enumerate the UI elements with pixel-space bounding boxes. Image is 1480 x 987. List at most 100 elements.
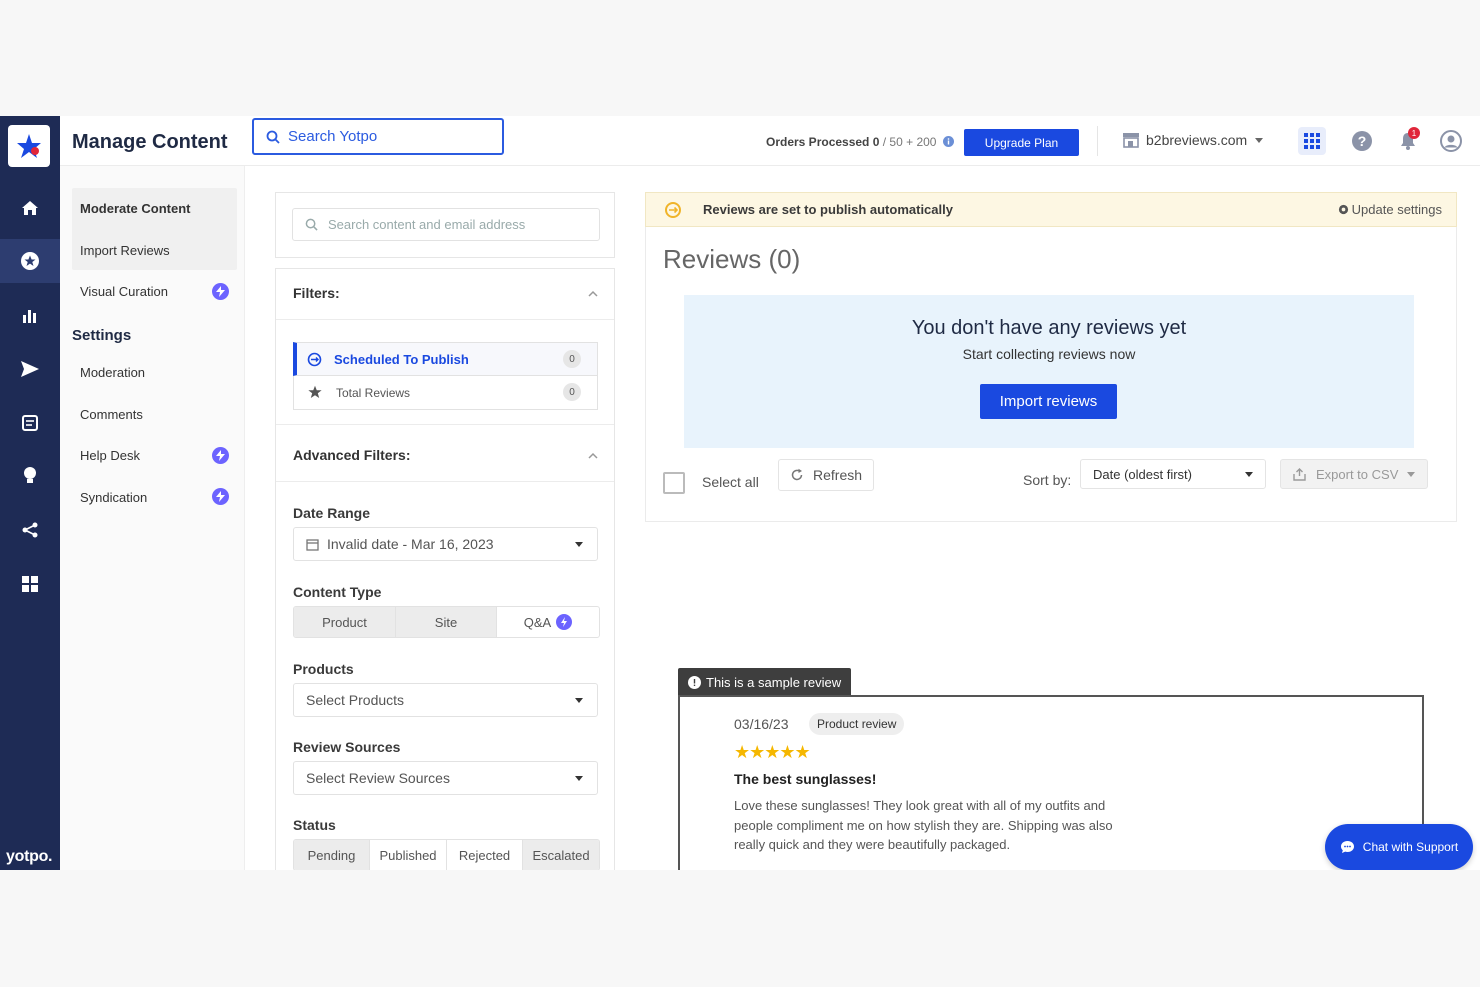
filter-total-reviews[interactable]: Total Reviews 0 [293, 376, 598, 410]
filter-label: Total Reviews [336, 386, 411, 400]
review-body: Love these sunglasses! They look great w… [734, 798, 1113, 852]
notifications-bell-icon[interactable]: 1 [1394, 127, 1422, 155]
chevron-down-icon [1245, 472, 1253, 477]
nav-item-moderation[interactable]: Moderation [80, 365, 145, 380]
store-name: b2breviews.com [1146, 132, 1248, 148]
auto-publish-banner: Reviews are set to publish automatically… [645, 192, 1457, 227]
chevron-down-icon [575, 776, 583, 781]
nav-item-moderate-content[interactable]: Moderate Content [80, 201, 191, 216]
status-published[interactable]: Published [370, 840, 447, 870]
select-all-label[interactable]: Select all [702, 474, 759, 490]
review-sources-placeholder: Select Review Sources [306, 770, 450, 786]
status-rejected[interactable]: Rejected [447, 840, 523, 870]
brand-wordmark: yotpo. [6, 848, 53, 865]
chevron-down-icon [575, 698, 583, 703]
date-range-label: Date Range [293, 505, 371, 521]
content-nav: Moderate Content Import Reviews Visual C… [60, 166, 245, 870]
share-icon[interactable] [0, 508, 60, 552]
insights-bulb-icon[interactable] [0, 454, 60, 498]
select-all-checkbox[interactable] [663, 472, 685, 494]
svg-text:?: ? [1358, 133, 1367, 149]
reviews-title: Reviews (0) [663, 244, 801, 274]
content-type-qa[interactable]: Q&A [497, 607, 599, 637]
date-range-value: Invalid date - Mar 16, 2023 [327, 536, 494, 552]
products-placeholder: Select Products [306, 692, 405, 708]
left-rail: yotpo. [0, 116, 60, 870]
status-escalated[interactable]: Escalated [523, 840, 599, 870]
export-icon [1293, 467, 1306, 481]
review-title: The best sunglasses! [734, 771, 877, 787]
status-pending[interactable]: Pending [294, 840, 370, 870]
orders-limit: / 50 + 200 [882, 135, 937, 149]
date-range-select[interactable]: Invalid date - Mar 16, 2023 [293, 527, 598, 561]
help-icon[interactable]: ? [1348, 127, 1376, 155]
apps-icon[interactable] [0, 562, 60, 606]
orders-label: Orders Processed [766, 135, 870, 149]
filter-scheduled-to-publish[interactable]: Scheduled To Publish 0 [293, 342, 598, 376]
content-search-box: Search content and email address [275, 192, 615, 258]
filters-box: Filters: Scheduled To Publish 0 Total Re… [275, 268, 615, 870]
sample-review-tag: This is a sample review [678, 668, 852, 696]
page-title: Manage Content [72, 131, 228, 153]
send-icon[interactable] [0, 347, 60, 391]
import-reviews-button[interactable]: Import reviews [980, 384, 1117, 419]
forms-icon[interactable] [0, 401, 60, 445]
advanced-filters-heading: Advanced Filters: [293, 447, 411, 463]
search-icon [305, 218, 318, 231]
review-sources-label: Review Sources [293, 739, 401, 755]
content-type-toggle: Product Site Q&A [293, 606, 600, 638]
chevron-up-icon[interactable] [588, 289, 598, 299]
refresh-icon [791, 468, 803, 481]
info-icon [688, 675, 701, 689]
upgrade-plan-button[interactable]: Upgrade Plan [964, 129, 1079, 156]
home-icon[interactable] [0, 186, 60, 230]
upgrade-bolt-icon [212, 283, 229, 300]
update-settings-link[interactable]: Update settings [1338, 202, 1442, 217]
reviews-main: Reviews are set to publish automatically… [645, 192, 1457, 870]
review-stars: ★★★★★ [734, 742, 811, 762]
nav-item-visual-curation[interactable]: Visual Curation [80, 284, 168, 299]
orders-processed: Orders Processed 0 / 50 + 200 [766, 135, 954, 149]
divider [276, 481, 614, 482]
nav-item-syndication[interactable]: Syndication [80, 490, 147, 505]
sort-select[interactable]: Date (oldest first) [1080, 459, 1266, 489]
info-icon[interactable] [942, 136, 954, 147]
user-avatar-icon[interactable] [1437, 127, 1465, 155]
analytics-icon[interactable] [0, 294, 60, 338]
chevron-down-icon [1407, 472, 1415, 477]
content-search-placeholder: Search content and email address [328, 217, 526, 232]
chat-with-support-button[interactable]: Chat with Support [1325, 824, 1473, 870]
refresh-button[interactable]: Refresh [778, 459, 874, 491]
filters-panel: Search content and email address Filters… [275, 192, 615, 870]
search-icon [266, 130, 280, 144]
upgrade-bolt-icon [556, 614, 573, 630]
content-type-site[interactable]: Site [396, 607, 497, 637]
status-label: Status [293, 817, 336, 833]
settings-heading: Settings [72, 327, 132, 344]
global-search-input[interactable]: Search Yotpo [252, 118, 504, 155]
calendar-icon [306, 538, 319, 551]
update-settings-label: Update settings [1351, 202, 1442, 217]
chevron-up-icon[interactable] [588, 451, 598, 461]
app-grid-icon[interactable] [1298, 127, 1326, 155]
nav-item-import-reviews[interactable]: Import Reviews [80, 243, 170, 258]
review-type-badge: Product review [809, 713, 905, 735]
review-sources-select[interactable]: Select Review Sources [293, 761, 598, 795]
store-selector[interactable]: b2breviews.com [1122, 132, 1264, 148]
export-csv-button[interactable]: Export to CSV [1280, 459, 1428, 489]
orders-used: 0 [872, 135, 880, 149]
content-search-input[interactable]: Search content and email address [292, 208, 600, 241]
yotpo-logo-icon[interactable] [8, 125, 50, 167]
reviews-icon[interactable] [0, 239, 60, 283]
content-type-qa-label: Q&A [523, 614, 552, 630]
top-bar: Manage Content Search Yotpo Orders Proce… [60, 116, 1480, 166]
filter-count: 0 [563, 383, 581, 401]
products-select[interactable]: Select Products [293, 683, 598, 717]
upgrade-bolt-icon [212, 488, 229, 505]
nav-item-help-desk[interactable]: Help Desk [80, 448, 140, 463]
content-type-product[interactable]: Product [294, 607, 396, 637]
upgrade-bolt-icon [212, 447, 229, 464]
content-type-label: Content Type [293, 584, 382, 600]
nav-item-comments[interactable]: Comments [80, 407, 143, 422]
sample-tag-label: This is a sample review [706, 674, 842, 690]
